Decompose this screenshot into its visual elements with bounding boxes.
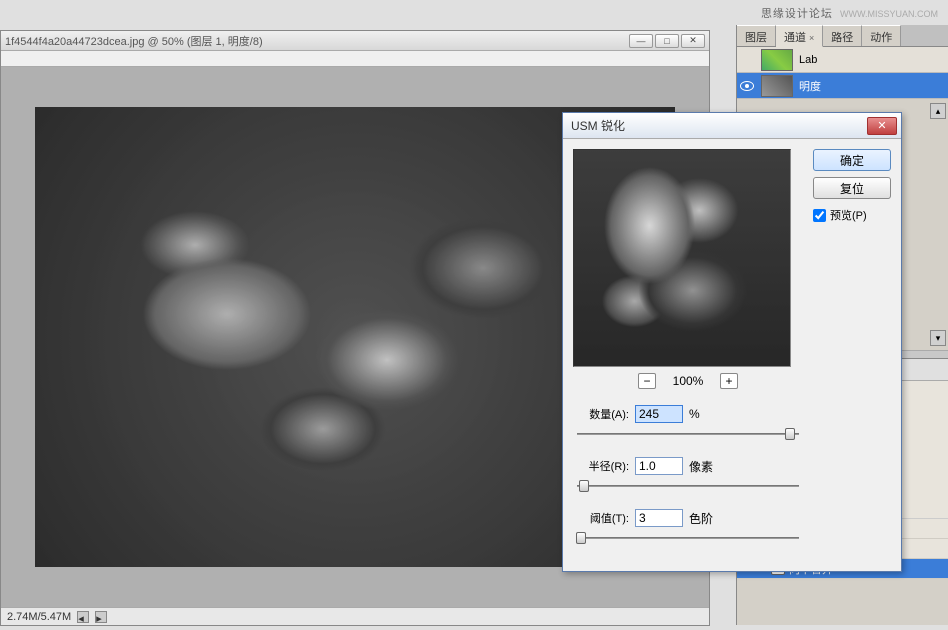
threshold-label: 阈值(T): [573,510,629,526]
amount-slider[interactable] [577,427,799,443]
preview-checkbox[interactable] [813,209,826,222]
preview-checkbox-label: 预览(P) [830,207,867,223]
dialog-close-button[interactable]: ✕ [867,117,897,135]
channel-row-lightness[interactable]: 明度 [737,73,948,99]
visibility-toggle[interactable] [739,78,755,94]
channel-name: Lab [799,54,817,66]
channels-list: Lab 明度 [737,47,948,99]
close-button[interactable]: ✕ [681,34,705,48]
visibility-toggle[interactable] [739,52,755,68]
threshold-row: 阈值(T): 色阶 [573,509,803,527]
radius-unit: 像素 [689,458,713,475]
threshold-input[interactable] [635,509,683,527]
slider-thumb[interactable] [576,532,586,544]
close-icon[interactable]: × [809,33,814,43]
tab-paths[interactable]: 路径 [823,25,862,46]
zoom-value: 100% [668,374,708,388]
scroll-down-button[interactable]: ▾ [930,330,946,346]
tab-channels[interactable]: 通道× [776,25,823,47]
channel-name: 明度 [799,78,821,94]
zoom-controls: − 100% + [573,373,803,389]
document-size: 2.74M/5.47M [7,611,71,623]
dialog-title: USM 锐化 [571,117,867,134]
dialog-titlebar[interactable]: USM 锐化 ✕ [563,113,901,139]
ok-button[interactable]: 确定 [813,149,891,171]
radius-label: 半径(R): [573,458,629,474]
status-bar: 2.74M/5.47M ◂ ▸ [1,607,709,625]
tab-actions[interactable]: 动作 [862,25,901,46]
scroll-right-button[interactable]: ▸ [95,611,107,623]
channel-thumbnail [761,49,793,71]
document-titlebar[interactable]: 1f4544f4a20a44723dcea.jpg @ 50% (图层 1, 明… [1,31,709,51]
watermark: 思缘设计论坛 WWW.MISSYUAN.COM [761,5,938,21]
preview-image [574,150,790,366]
radius-input[interactable] [635,457,683,475]
amount-row: 数量(A): % [573,405,803,423]
radius-row: 半径(R): 像素 [573,457,803,475]
scroll-up-button[interactable]: ▴ [930,103,946,119]
usm-dialog: USM 锐化 ✕ − 100% + 数量(A): % 半径(R): [562,112,902,572]
maximize-button[interactable]: □ [655,34,679,48]
channel-thumbnail [761,75,793,97]
preview-checkbox-row[interactable]: 预览(P) [813,207,891,223]
panel-tabs: 图层 通道× 路径 动作 [737,25,948,47]
zoom-in-button[interactable]: + [720,373,738,389]
preview-area[interactable] [573,149,791,367]
threshold-slider[interactable] [577,531,799,547]
watermark-en: WWW.MISSYUAN.COM [840,9,938,19]
radius-slider[interactable] [577,479,799,495]
minimize-button[interactable]: — [629,34,653,48]
reset-button[interactable]: 复位 [813,177,891,199]
threshold-unit: 色阶 [689,510,713,527]
zoom-out-button[interactable]: − [638,373,656,389]
channel-row-lab[interactable]: Lab [737,47,948,73]
eye-icon [740,81,754,91]
slider-thumb[interactable] [579,480,589,492]
tab-layers[interactable]: 图层 [737,25,776,46]
amount-unit: % [689,407,700,421]
watermark-cn: 思缘设计论坛 [761,8,833,20]
amount-input[interactable] [635,405,683,423]
slider-thumb[interactable] [785,428,795,440]
ruler-top [1,51,709,67]
amount-label: 数量(A): [573,406,629,422]
document-title: 1f4544f4a20a44723dcea.jpg @ 50% (图层 1, 明… [5,33,629,49]
scroll-left-button[interactable]: ◂ [77,611,89,623]
